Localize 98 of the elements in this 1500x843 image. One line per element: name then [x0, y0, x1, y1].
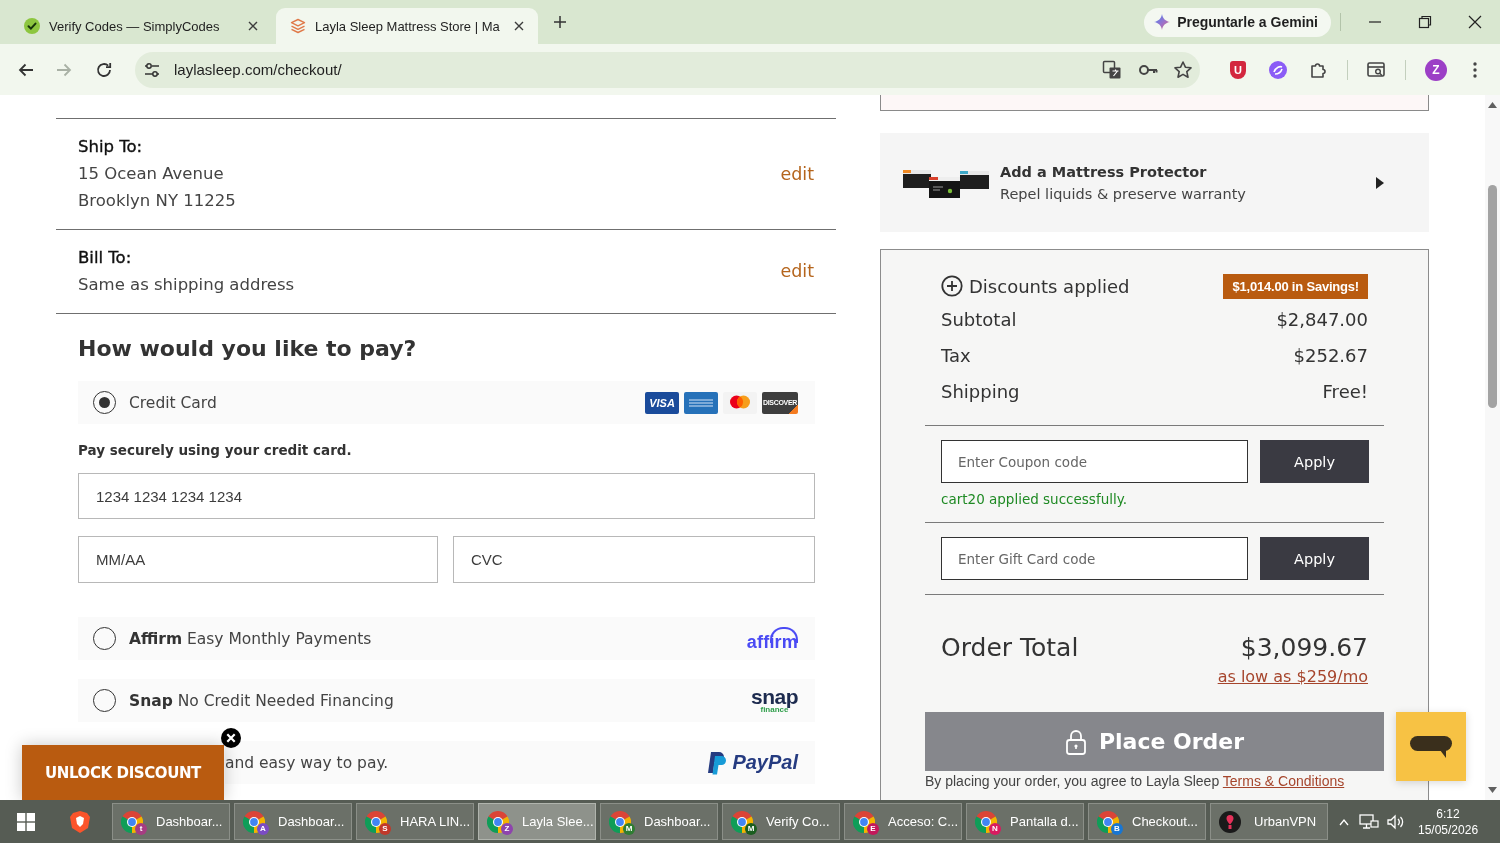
- close-icon[interactable]: [246, 19, 260, 33]
- taskbar-item[interactable]: M Dashboar...: [600, 803, 718, 840]
- cvc-field[interactable]: CVC: [453, 536, 815, 583]
- sparkle-icon: [1154, 14, 1171, 30]
- chat-icon: [1409, 734, 1453, 759]
- taskbar-item[interactable]: S HARA LIN...: [356, 803, 474, 840]
- lock-icon: [1064, 728, 1087, 755]
- clock-date[interactable]: 15/05/2026: [1418, 821, 1479, 838]
- summary-label: Subtotal: [941, 308, 1017, 330]
- unlock-discount-popup[interactable]: UNLOCK DISCOUNT: [22, 745, 224, 800]
- browser-tab[interactable]: Layla Sleep Mattress Store | Ma: [276, 8, 538, 44]
- taskbar-item[interactable]: Z Layla Slee...: [478, 803, 596, 840]
- caret-up-icon[interactable]: [1339, 817, 1349, 826]
- address-line: Same as shipping address: [78, 274, 295, 296]
- overlapping-circles-icon: [723, 391, 757, 414]
- gift-card-field[interactable]: Enter Gift Card code: [941, 537, 1248, 580]
- tab-search-icon[interactable]: [1366, 59, 1386, 80]
- app-icon: [1219, 810, 1241, 833]
- browser-tab[interactable]: Verify Codes — SimplyCodes: [10, 8, 272, 44]
- discounts-toggle[interactable]: Discounts applied: [941, 275, 1130, 297]
- close-icon[interactable]: [512, 19, 526, 33]
- total-label: Order Total: [941, 632, 1079, 662]
- legal-text: By placing your order, you agree to Layla Sleep Terms & Conditions: [925, 772, 1346, 790]
- logo-wordmark: snap: [751, 687, 798, 706]
- address-label: Ship To:: [78, 136, 144, 158]
- success-message: cart20 applied successfully.: [941, 490, 1129, 508]
- browser-icon: [243, 810, 265, 833]
- clock-time[interactable]: 6:12: [1436, 805, 1460, 822]
- browser-icon: [365, 810, 387, 833]
- taskbar-item[interactable]: M Verify Co...: [722, 803, 840, 840]
- address-line: 15 Ocean Avenue: [78, 163, 225, 185]
- payment-option[interactable]: Snap No Credit Needed Financing snap finance: [78, 679, 815, 722]
- address-label: Bill To:: [78, 247, 133, 269]
- edit-link[interactable]: edit: [780, 261, 814, 281]
- helper-text: Pay securely using your credit card.: [78, 441, 353, 460]
- restore-icon[interactable]: [1417, 14, 1433, 30]
- apply-button[interactable]: Apply: [1260, 440, 1369, 483]
- site-settings-icon[interactable]: [143, 60, 161, 79]
- plus-icon[interactable]: [552, 14, 568, 30]
- terms-link[interactable]: Terms & Conditions: [1222, 773, 1345, 789]
- browser-icon: [1097, 810, 1119, 833]
- translate-icon[interactable]: [1102, 59, 1122, 80]
- taskbar-item[interactable]: A Dashboar...: [234, 803, 352, 840]
- summary-value: Free!: [1322, 380, 1368, 402]
- logo-mark-icon: [706, 750, 727, 775]
- section-heading: How would you like to pay?: [78, 335, 418, 363]
- caret-down-icon[interactable]: [1488, 787, 1497, 793]
- gemini-button[interactable]: Preguntarle a Gemini: [1144, 7, 1331, 37]
- address-bar[interactable]: laylasleep.com/checkout/: [135, 51, 1200, 88]
- card-icon: [684, 391, 718, 414]
- edit-link[interactable]: edit: [780, 163, 814, 184]
- browser-icon: [487, 810, 509, 833]
- payment-option[interactable]: and easy way to pay. PayPal: [225, 741, 815, 784]
- upsell-subtitle: Repel liquids & preserve warranty: [1000, 184, 1246, 204]
- extension-button[interactable]: U: [1230, 60, 1246, 79]
- taskbar-item[interactable]: t Dashboar...: [112, 803, 230, 840]
- browser-icon: [975, 810, 997, 833]
- coupon-field[interactable]: Enter Coupon code: [941, 440, 1248, 483]
- summary-value: $252.67: [1293, 344, 1368, 366]
- extension-icon[interactable]: [1268, 59, 1288, 80]
- total-value: $3,099.67: [1240, 632, 1368, 662]
- profile-avatar[interactable]: Z: [1425, 58, 1447, 81]
- check-badge-icon: [24, 18, 40, 34]
- taskbar-item[interactable]: E Acceso: C...: [844, 803, 962, 840]
- taskbar-item[interactable]: B Checkout...: [1088, 803, 1206, 840]
- expiry-field[interactable]: MM/AA: [78, 536, 438, 583]
- chat-button[interactable]: [1396, 712, 1466, 781]
- summary-label: Tax: [941, 344, 971, 366]
- card-number-field[interactable]: 1234 1234 1234 1234: [78, 473, 815, 519]
- address-line: Brooklyn NY 11225: [78, 190, 236, 212]
- taskbar-item[interactable]: UrbanVPN: [1210, 803, 1328, 840]
- payment-logo: affirm: [746, 627, 798, 650]
- volume-icon[interactable]: [1386, 812, 1406, 831]
- savings-badge: $1,014.00 in Savings!: [1223, 273, 1368, 299]
- financing-link[interactable]: as low as $259/mo: [1217, 667, 1368, 686]
- layers-icon: [290, 18, 306, 34]
- payment-logo: PayPal: [732, 751, 798, 774]
- taskbar-item[interactable]: N Pantalla d...: [966, 803, 1084, 840]
- upsell-title: Add a Mattress Protector: [1000, 162, 1208, 182]
- apply-button[interactable]: Apply: [1260, 537, 1369, 580]
- summary-value: $2,847.00: [1276, 308, 1368, 330]
- summary-label: Shipping: [941, 380, 1020, 402]
- shield-icon[interactable]: [69, 809, 91, 834]
- browser-icon: [853, 810, 875, 833]
- scrollbar-thumb[interactable]: [1488, 185, 1497, 408]
- star-icon[interactable]: [1173, 59, 1193, 80]
- upsell-card[interactable]: Add a Mattress Protector Repel liquids & preserve warranty: [880, 133, 1429, 232]
- close-icon[interactable]: [221, 728, 241, 748]
- close-icon[interactable]: [1467, 14, 1483, 30]
- caret-up-icon[interactable]: [1488, 102, 1497, 108]
- card-logo: VISA: [645, 391, 679, 414]
- plus-circle-icon: [941, 275, 963, 297]
- network-icon[interactable]: [1359, 812, 1379, 831]
- caret-right-icon[interactable]: [1375, 175, 1385, 190]
- browser-icon: [731, 810, 753, 833]
- grid-icon: [17, 812, 35, 831]
- payment-option[interactable]: Affirm Easy Monthly Payments affirm: [78, 617, 815, 660]
- browser-icon: [609, 810, 631, 833]
